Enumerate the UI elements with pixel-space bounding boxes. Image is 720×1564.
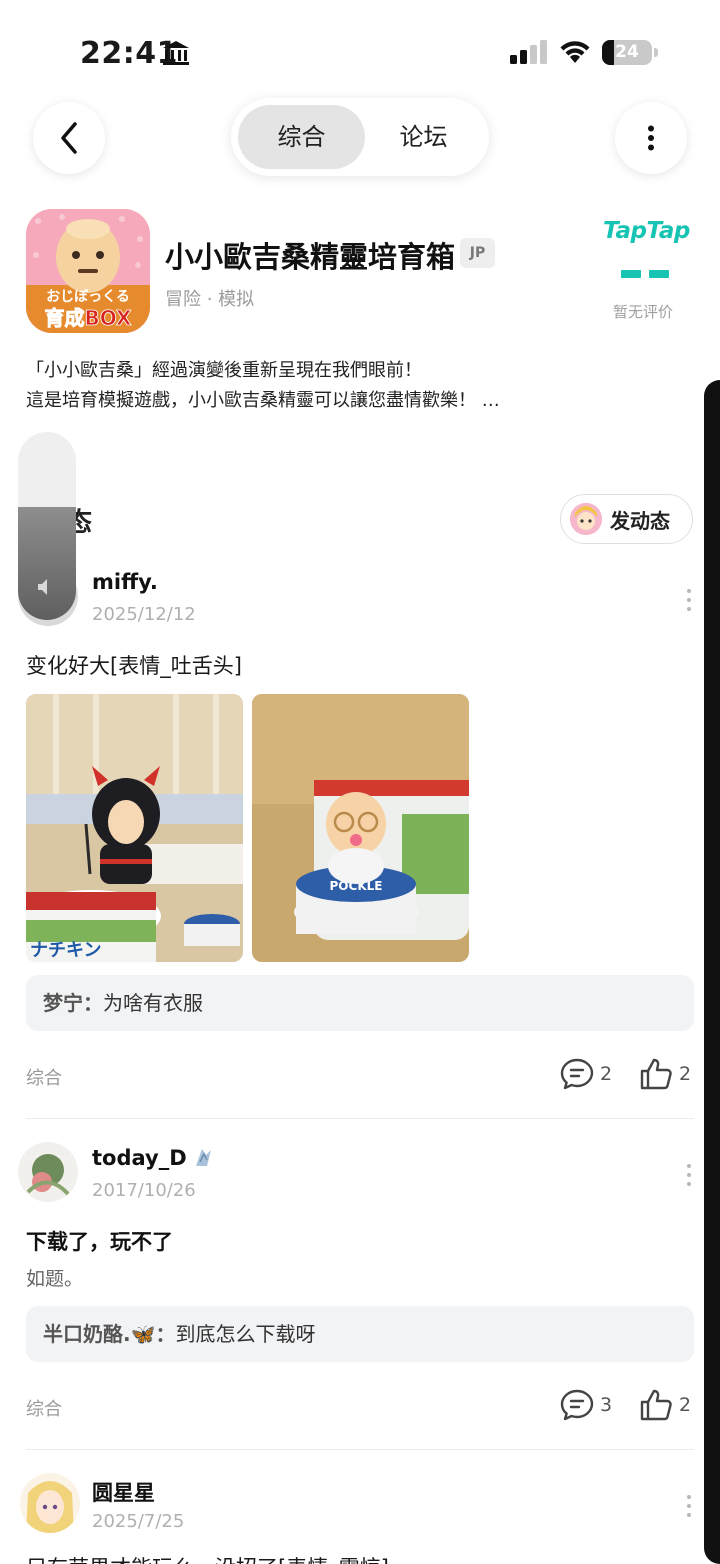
battery-tip (654, 48, 658, 57)
top-comment[interactable]: 梦宁：为啥有衣服 (26, 975, 694, 1031)
rating-placeholder (621, 270, 669, 278)
svg-text:おじぼっくる: おじぼっくる (46, 289, 130, 305)
signal-icon (510, 40, 547, 64)
status-bar: 22:41 24 (0, 0, 720, 100)
more-button[interactable] (615, 102, 687, 174)
post-text[interactable]: 只有苹果才能玩么，没招了[表情_震惊] (26, 1552, 389, 1564)
back-button[interactable] (33, 102, 105, 174)
comment-icon (560, 1389, 594, 1421)
post-menu-icon[interactable] (684, 1164, 694, 1186)
wifi-icon (560, 41, 590, 63)
tab-forum[interactable]: 论坛 (365, 105, 482, 169)
comment-user[interactable]: 半口奶酪.🦋 (43, 1322, 156, 1346)
comment-button[interactable]: 3 (560, 1389, 612, 1421)
volume-level (18, 507, 76, 620)
verified-badge-icon (196, 1149, 211, 1166)
post-button[interactable]: 发动态 (560, 494, 693, 544)
post-category[interactable]: 综合 (26, 1064, 62, 1090)
post-date: 2025/12/12 (92, 604, 196, 625)
avatar[interactable] (18, 1142, 78, 1202)
avatar[interactable] (20, 1473, 80, 1533)
post-button-label: 发动态 (610, 508, 670, 533)
post-image[interactable]: POCKLE (252, 694, 469, 962)
post-text[interactable]: 如题。 (26, 1264, 83, 1291)
like-button[interactable]: 2 (639, 1389, 691, 1421)
post-date: 2025/7/25 (92, 1511, 185, 1532)
post-text[interactable]: 变化好大[表情_吐舌头] (26, 650, 242, 680)
rating-text: 暂无评价 (613, 303, 674, 321)
post-divider (26, 1118, 694, 1119)
battery-icon: 24 (602, 40, 652, 65)
comment-text: 为啥有衣服 (103, 991, 203, 1015)
post-category[interactable]: 综合 (26, 1395, 62, 1421)
svg-text:育成BOX: 育成BOX (45, 306, 133, 330)
battery-percent: 24 (615, 42, 639, 62)
description-line: 「小小歐吉桑」經過演變後重新呈現在我們眼前！ (26, 360, 422, 381)
post-menu-icon[interactable] (684, 1495, 694, 1517)
region-badge: JP (460, 238, 495, 268)
svg-text:ナチキン: ナチキン (30, 940, 101, 961)
like-button[interactable]: 2 (639, 1058, 691, 1090)
taptap-logo: TapTap (603, 218, 690, 244)
post-menu-icon[interactable] (684, 589, 694, 611)
post-date: 2017/10/26 (92, 1180, 196, 1201)
volume-hud[interactable] (18, 432, 76, 620)
comment-count: 3 (600, 1394, 613, 1416)
comment-count: 2 (600, 1063, 613, 1085)
post-username[interactable]: miffy. (92, 570, 158, 594)
thumbs-up-icon (640, 1058, 672, 1090)
comment-user[interactable]: 梦宁 (43, 991, 83, 1015)
like-count: 2 (679, 1063, 692, 1085)
segment-control: 综合 论坛 (231, 98, 489, 176)
chevron-left-icon (61, 122, 77, 154)
speaker-icon (38, 579, 47, 595)
comment-button[interactable]: 2 (560, 1058, 612, 1090)
app-description[interactable]: 「小小歐吉桑」經過演變後重新呈現在我們眼前！ 這是培育模擬遊戲，小小歐吉桑精靈可… (26, 356, 696, 416)
post-divider (26, 1449, 694, 1450)
device-edge (704, 380, 720, 1564)
comment-text: 到底怎么下载呀 (175, 1322, 316, 1346)
user-avatar (570, 503, 602, 535)
comment-separator: ： (83, 991, 103, 1015)
like-count: 2 (679, 1394, 692, 1416)
bank-icon (163, 41, 189, 65)
post-username[interactable]: today_D (92, 1146, 187, 1170)
more-vertical-icon (648, 125, 654, 151)
comment-icon (560, 1058, 594, 1090)
description-line: 這是培育模擬遊戲，小小歐吉桑精靈可以讓您盡情歡樂！ … (26, 390, 500, 411)
app-title: 小小歐吉桑精靈培育箱 (165, 240, 456, 274)
app-icon[interactable]: おじぼっくる 育成BOX (26, 209, 150, 333)
post-username[interactable]: 圆星星 (92, 1477, 155, 1507)
tab-overview[interactable]: 综合 (238, 105, 365, 169)
app-tags[interactable]: 冒险 · 模拟 (165, 285, 254, 311)
post-image[interactable]: ナチキン (26, 694, 243, 962)
top-comment[interactable]: 半口奶酪.🦋：到底怎么下载呀 (26, 1306, 694, 1362)
app-icon-artwork: おじぼっくる 育成BOX (26, 209, 150, 333)
comment-separator: ： (155, 1322, 176, 1346)
thumbs-up-icon (640, 1389, 672, 1421)
post-title[interactable]: 下载了，玩不了 (26, 1226, 173, 1256)
